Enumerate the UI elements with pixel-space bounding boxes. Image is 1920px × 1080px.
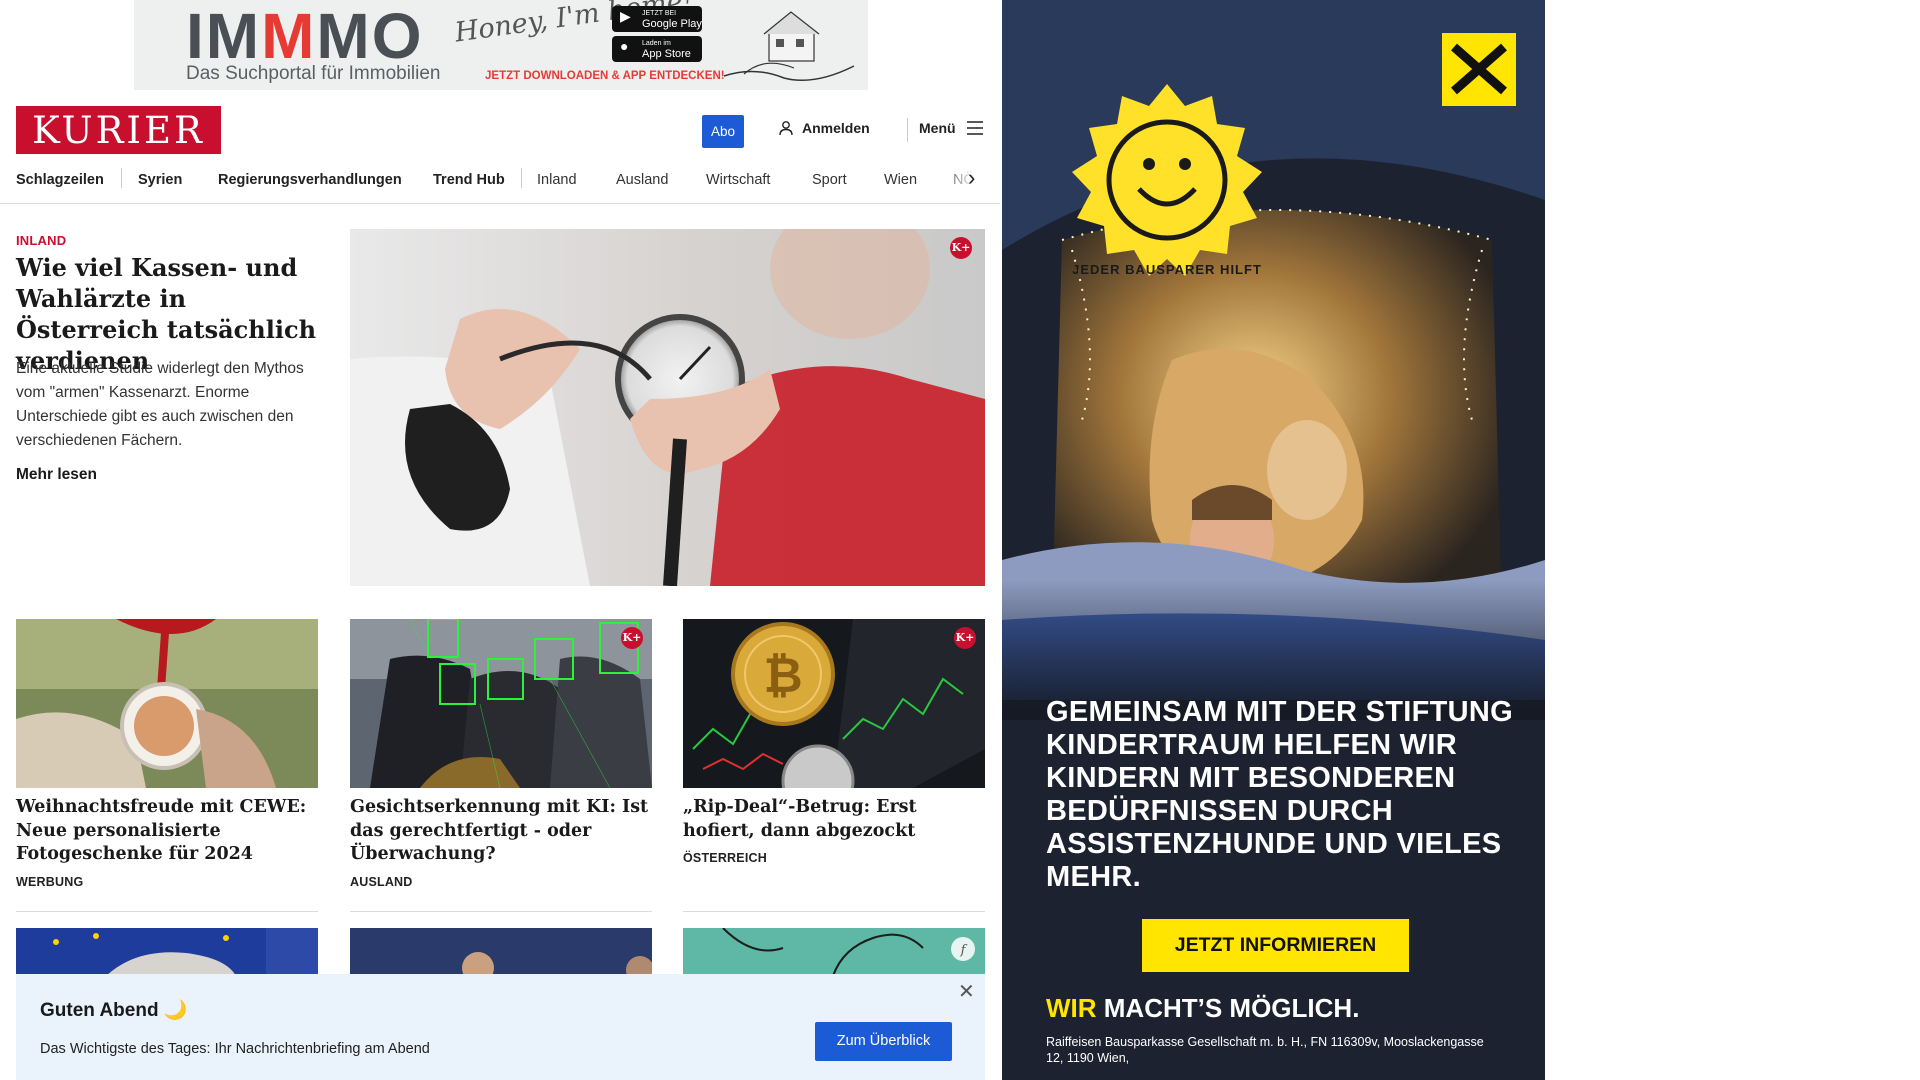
login-label: Anmelden [802, 120, 870, 136]
side-ad[interactable]: JEDER BAUSPARER HILFT GEMEINSAM MIT DER … [1002, 0, 1545, 1080]
article-card[interactable]: ₿ K+ „Rip-Deal“-Betrug: Erst hofiert, da… [683, 619, 985, 865]
ad-brand: IMMMO [186, 0, 424, 72]
overview-button[interactable]: Zum Überblick [815, 1022, 952, 1061]
eu-flag-image [16, 928, 318, 976]
politicians-image [350, 928, 652, 976]
svg-text:₿: ₿ [763, 648, 802, 704]
section-nav: Schlagzeilen Syrien Regierungsverhandlun… [0, 168, 1000, 204]
card-image: K+ [350, 619, 652, 788]
sticker-badge [1072, 84, 1262, 276]
nav-item-wirtschaft[interactable]: Wirtschaft [706, 170, 770, 190]
briefing-title: Guten Abend 🌙 [40, 1000, 188, 1021]
nav-item-wien[interactable]: Wien [884, 170, 917, 190]
abo-button[interactable]: Abo [702, 115, 744, 148]
apple-icon: ● [620, 38, 629, 54]
ad-legal-text: Raiffeisen Bausparkasse Gesellschaft m. … [1046, 1035, 1484, 1065]
nav-item-schlagzeilen[interactable]: Schlagzeilen [16, 170, 104, 190]
kplus-badge: K+ [954, 627, 976, 649]
face-recognition-image [350, 619, 652, 788]
sticker-text: JEDER BAUSPARER HILFT [1072, 262, 1262, 277]
raiffeisen-gable-icon [1451, 43, 1507, 95]
card-divider [683, 911, 985, 912]
kplus-badge: K+ [621, 627, 643, 649]
ad-headline: GEMEINSAM MIT DER STIFTUNG KINDERTRAUM H… [1046, 696, 1513, 893]
hamburger-icon [966, 121, 983, 135]
card-category: AUSLAND [350, 874, 413, 889]
card-title[interactable]: Weihnachtsfreude mit CEWE: Neue personal… [16, 796, 318, 867]
ad-slogan: WIR MACHT’S MÖGLICH. [1046, 993, 1360, 1023]
jetzt-informieren-button[interactable]: JETZT INFORMIEREN [1142, 919, 1409, 972]
google-play-badge[interactable]: ▶ JETZT BEI Google Play [612, 6, 702, 32]
card-image-partial[interactable] [350, 928, 652, 976]
menu-label: Menü [919, 120, 956, 136]
blood-pressure-photo [350, 229, 985, 586]
card-image-partial[interactable] [16, 928, 318, 976]
login-button[interactable]: Anmelden [778, 120, 870, 136]
nav-item-inland[interactable]: Inland [537, 170, 577, 190]
nav-item-trend-hub[interactable]: Trend Hub [433, 170, 505, 190]
kurier-logo[interactable]: KURIER [16, 106, 221, 154]
lead-teaser: Eine aktuelle Studie widerlegt den Mytho… [16, 360, 304, 449]
card-image-partial[interactable]: f [683, 928, 985, 976]
app-store-badge[interactable]: ● Laden im App Store [612, 36, 702, 62]
briefing-text: Das Wichtigste des Tages: Ihr Nachrichte… [40, 1041, 430, 1057]
ad-tagline: Das Suchportal für Immobilien [186, 63, 441, 84]
card-divider [16, 911, 318, 912]
nav-item-syrien[interactable]: Syrien [138, 170, 182, 190]
article-card[interactable]: K+ Gesichtserkennung mit KI: Ist das ger… [350, 619, 652, 889]
nav-item-ausland[interactable]: Ausland [616, 170, 668, 190]
house-hand-illustration [723, 11, 855, 81]
card-image: ₿ K+ [683, 619, 985, 788]
ad-cta: JETZT DOWNLOADEN & APP ENTDECKEN! [485, 70, 725, 82]
lead-category[interactable]: INLAND [16, 233, 66, 248]
header-divider [907, 118, 908, 142]
nav-item-sport[interactable]: Sport [812, 170, 847, 190]
card-category: WERBUNG [16, 874, 84, 889]
card-title[interactable]: „Rip-Deal“-Betrug: Erst hofiert, dann ab… [683, 796, 985, 843]
nav-divider [521, 168, 522, 188]
article-card[interactable]: Weihnachtsfreude mit CEWE: Neue personal… [16, 619, 318, 889]
page: IMMMO Das Suchportal für Immobilien Hone… [0, 0, 1920, 1080]
card-category: ÖSTERREICH [683, 851, 767, 865]
photo-gift-image [16, 619, 318, 788]
menu-button[interactable]: Menü [919, 120, 984, 136]
nav-item-regierungsverhandlungen[interactable]: Regierungsverhandlungen [218, 170, 402, 190]
illustration-image: f [683, 928, 985, 976]
play-icon: ▶ [620, 8, 631, 24]
bitcoin-image: ₿ [683, 619, 985, 788]
close-icon[interactable]: ✕ [958, 982, 975, 1002]
chevron-right-icon[interactable]: › [968, 168, 975, 189]
raiffeisen-logo [1442, 33, 1516, 106]
kplus-badge: K+ [950, 237, 972, 259]
user-icon [779, 121, 793, 136]
card-divider [350, 911, 652, 912]
briefing-banner: Guten Abend 🌙 Das Wichtigste des Tages: … [16, 974, 985, 1080]
read-more-link[interactable]: Mehr lesen [16, 466, 97, 484]
nav-divider [121, 168, 122, 188]
lead-image[interactable]: K+ [350, 229, 985, 586]
card-image [16, 619, 318, 788]
top-banner-ad[interactable]: IMMMO Das Suchportal für Immobilien Hone… [134, 0, 868, 90]
card-title[interactable]: Gesichtserkennung mit KI: Ist das gerech… [350, 796, 652, 867]
